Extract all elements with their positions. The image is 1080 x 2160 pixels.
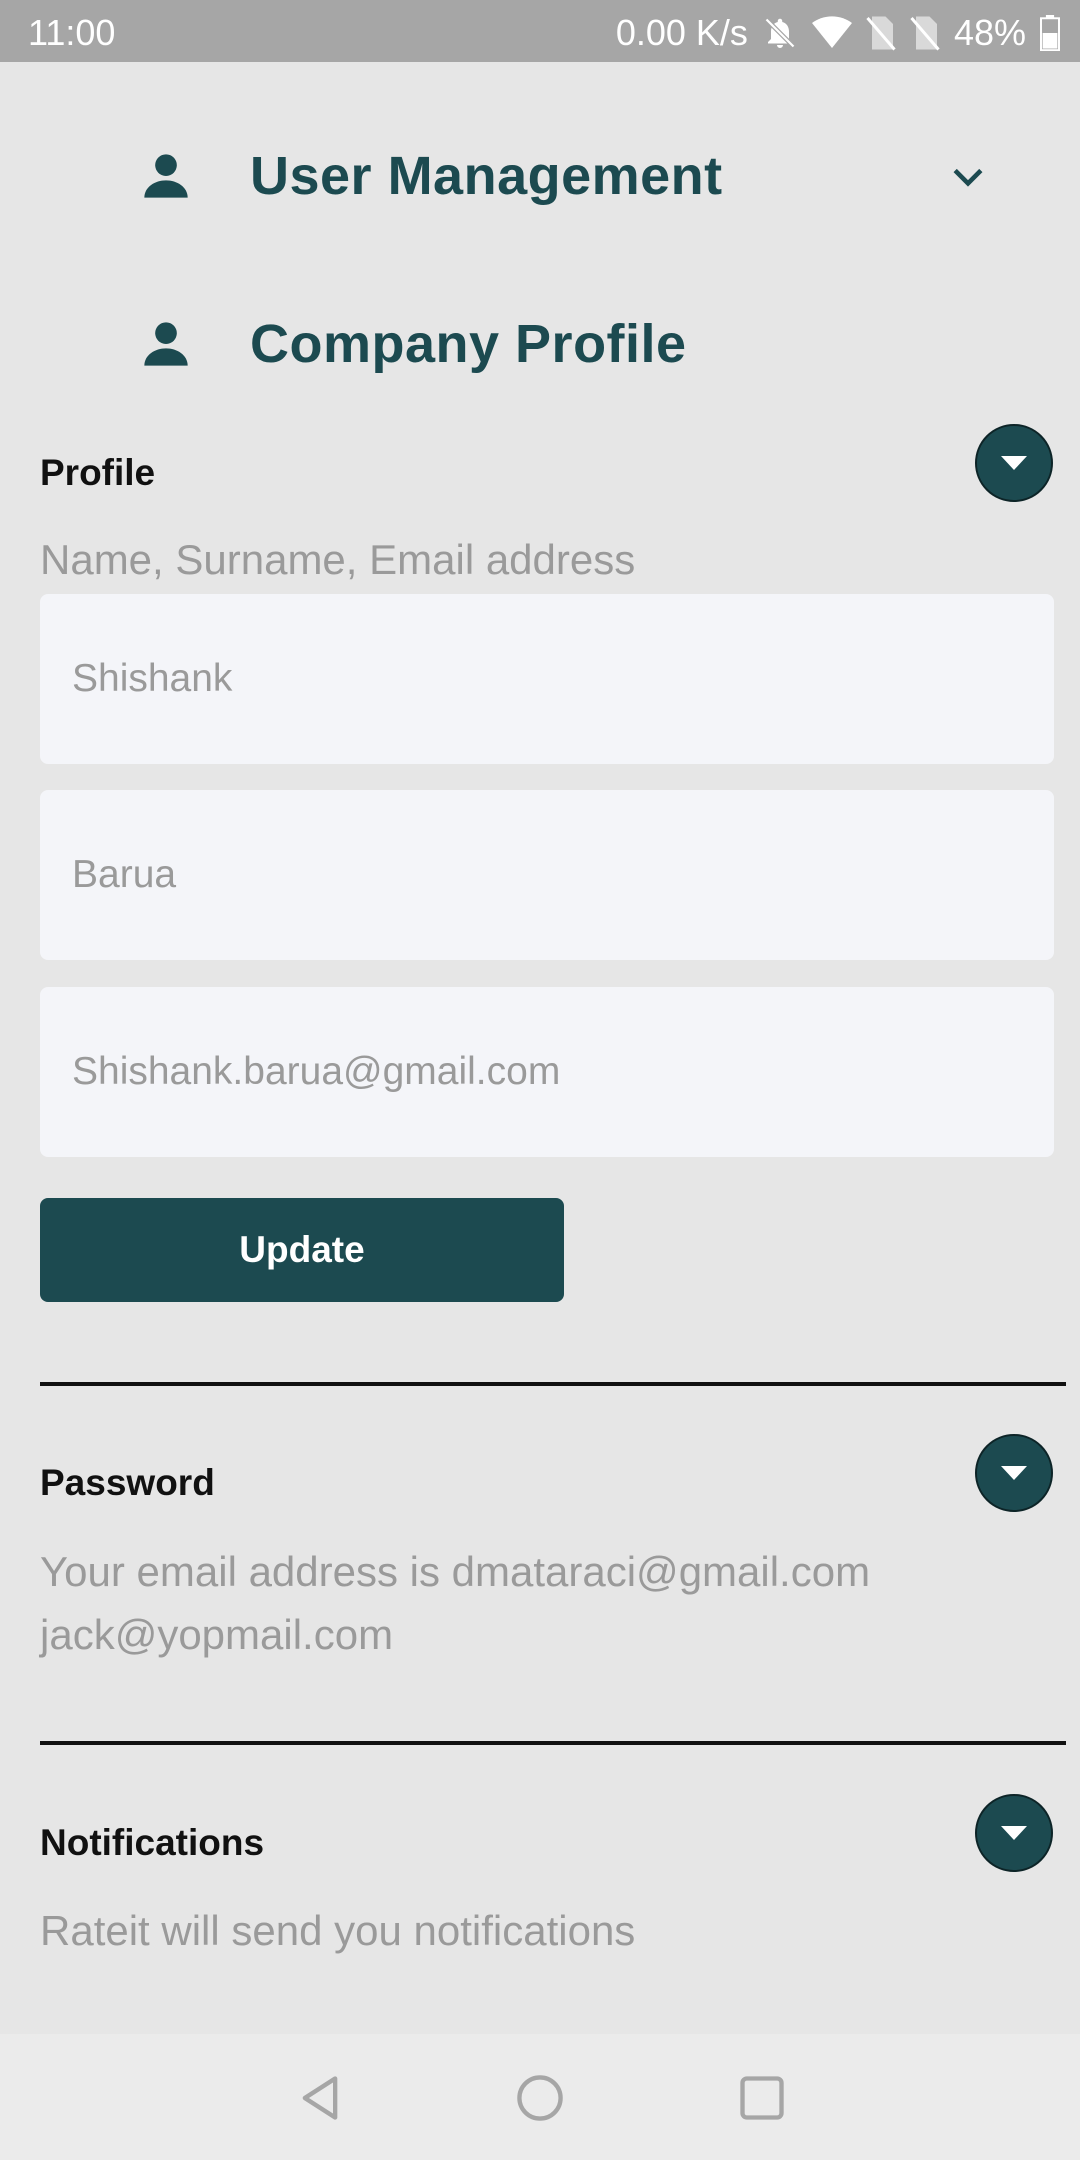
profile-section-title: Profile — [40, 452, 156, 493]
email-field[interactable] — [40, 987, 1054, 1157]
password-email-secondary: jack@yopmail.com — [40, 1611, 394, 1658]
password-email-text: Your email address is dmataraci@gmail.co… — [40, 1548, 871, 1595]
caret-down-icon — [1001, 456, 1027, 470]
menu-label-user-management: User Management — [250, 146, 723, 206]
menu-item-company-profile[interactable]: Company Profile — [0, 284, 1080, 404]
wifi-icon — [811, 16, 852, 48]
notifications-section-title: Notifications — [40, 1822, 265, 1863]
section-divider — [40, 1382, 1066, 1386]
update-button[interactable]: Update — [40, 1198, 564, 1302]
menu-item-user-management[interactable]: User Management — [0, 116, 1080, 236]
back-icon[interactable] — [294, 2072, 346, 2124]
password-toggle-button[interactable] — [975, 1434, 1053, 1512]
no-sim-icon — [910, 16, 940, 51]
no-sim-icon — [866, 16, 896, 51]
profile-hint: Name, Surname, Email address — [40, 536, 636, 583]
chevron-down-icon[interactable] — [946, 154, 990, 198]
status-bar: 11:00 0.00 K/s 48% — [0, 0, 1080, 62]
status-time: 11:00 — [28, 12, 116, 53]
first-name-field[interactable] — [40, 594, 1054, 764]
password-section-title: Password — [40, 1462, 215, 1503]
last-name-field[interactable] — [40, 790, 1054, 960]
section-divider — [40, 1741, 1066, 1745]
bell-off-icon — [764, 17, 796, 49]
recents-icon[interactable] — [736, 2072, 788, 2124]
notifications-toggle-button[interactable] — [975, 1794, 1053, 1872]
profile-toggle-button[interactable] — [975, 424, 1053, 502]
network-speed: 0.00 K/s — [615, 12, 748, 53]
status-icons: 0.00 K/s 48% — [616, 12, 1060, 54]
battery-icon — [1040, 15, 1060, 51]
menu-label-company-profile: Company Profile — [250, 314, 687, 374]
caret-down-icon — [1001, 1466, 1027, 1480]
person-icon — [144, 154, 188, 198]
caret-down-icon — [1001, 1826, 1027, 1840]
battery-percent: 48% — [953, 12, 1026, 53]
home-icon[interactable] — [514, 2072, 566, 2124]
notifications-description: Rateit will send you notifications — [40, 1907, 636, 1954]
system-nav-bar — [0, 2034, 1080, 2160]
person-icon — [144, 322, 188, 366]
